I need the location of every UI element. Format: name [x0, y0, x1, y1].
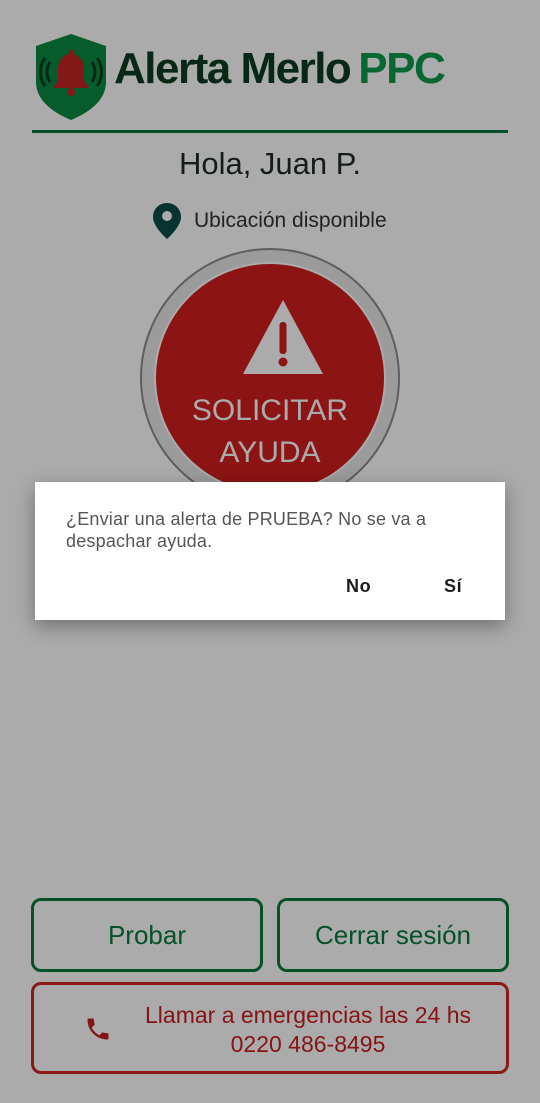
- test-alert-dialog: ¿Enviar una alerta de PRUEBA? No se va a…: [35, 482, 505, 620]
- dialog-yes-button[interactable]: Sí: [444, 576, 462, 597]
- dialog-message: ¿Enviar una alerta de PRUEBA? No se va a…: [66, 509, 427, 551]
- dialog-no-button[interactable]: No: [346, 576, 371, 597]
